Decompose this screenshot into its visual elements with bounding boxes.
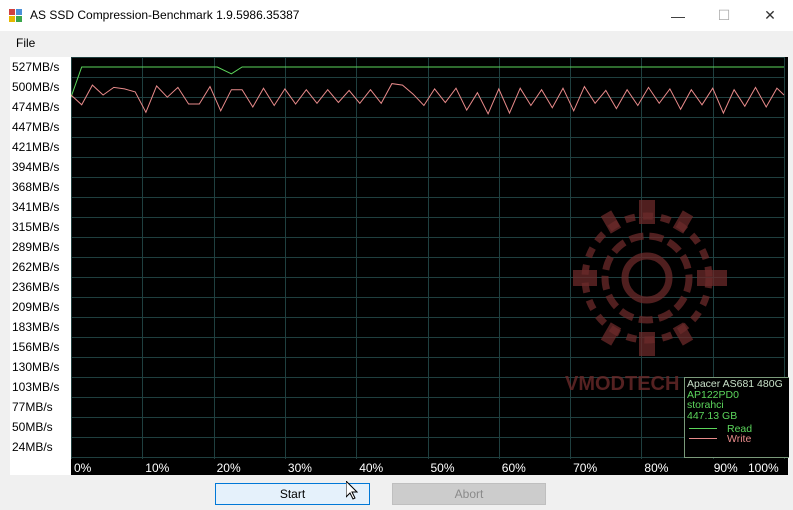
y-tick-label: 156MB/s [12,340,60,354]
y-tick-label: 236MB/s [12,280,60,294]
y-tick-label: 527MB/s [12,60,60,74]
maximize-button[interactable]: ☐ [701,0,747,31]
y-axis-labels: 527MB/s 500MB/s 474MB/s 447MB/s 421MB/s 394MB… [10,57,71,475]
x-tick-label: 0% [74,461,92,475]
title-bar: AS SSD Compression-Benchmark 1.9.5986.35… [0,0,793,31]
close-button[interactable]: ✕ [747,0,793,31]
y-tick-label: 474MB/s [12,100,60,114]
x-tick-label: 60% [502,461,526,475]
y-tick-label: 500MB/s [12,80,60,94]
menu-bar: File [0,31,793,53]
y-tick-label: 50MB/s [12,420,53,434]
y-tick-label: 209MB/s [12,300,60,314]
y-tick-label: 262MB/s [12,260,60,274]
watermark-text: VMODTECH [565,373,679,392]
y-tick-label: 368MB/s [12,180,60,194]
series-line-read [70,66,784,98]
x-tick-label: 10% [145,461,169,475]
y-tick-label: 103MB/s [12,380,60,394]
window-title: AS SSD Compression-Benchmark 1.9.5986.35… [30,8,300,22]
legend-write: Write [685,434,789,444]
x-tick-label: 90% [714,461,738,475]
abort-button[interactable]: Abort [392,483,546,505]
watermark-logo: VMODTECH [565,192,745,395]
minimize-icon: — [671,7,685,24]
y-tick-label: 77MB/s [12,400,53,414]
maximize-icon: ☐ [717,7,731,23]
legend-write-label: Write [727,433,752,445]
y-tick-label: 341MB/s [12,200,60,214]
x-tick-label: 30% [288,461,312,475]
device-capacity: 447.13 GB [687,409,738,422]
x-tick-label: 100% [748,461,779,475]
legend-write-swatch [689,438,717,439]
y-tick-label: 315MB/s [12,220,60,234]
x-tick-label: 70% [573,461,597,475]
mouse-cursor-icon [345,479,359,505]
x-tick-label: 40% [359,461,383,475]
y-tick-label: 24MB/s [12,440,53,454]
y-tick-label: 289MB/s [12,240,60,254]
x-tick-label: 20% [217,461,241,475]
device-model: Apacer AS681 480G [687,378,783,390]
y-tick-label: 421MB/s [12,140,60,154]
x-tick-label: 50% [431,461,455,475]
x-tick-label: 80% [644,461,668,475]
close-icon: ✕ [764,7,776,23]
y-tick-label: 183MB/s [12,320,60,334]
y-tick-label: 130MB/s [12,360,60,374]
y-tick-label: 447MB/s [12,120,60,134]
y-tick-label: 394MB/s [12,160,60,174]
device-driver: storahci [687,399,724,411]
chart-legend: Apacer AS681 480G AP122PD0 storahci 447.… [684,377,789,458]
minimize-button[interactable]: — [655,0,701,31]
legend-read-swatch [689,428,717,429]
app-icon [9,9,22,22]
menu-file[interactable]: File [16,36,35,50]
series-line-write [70,83,785,115]
